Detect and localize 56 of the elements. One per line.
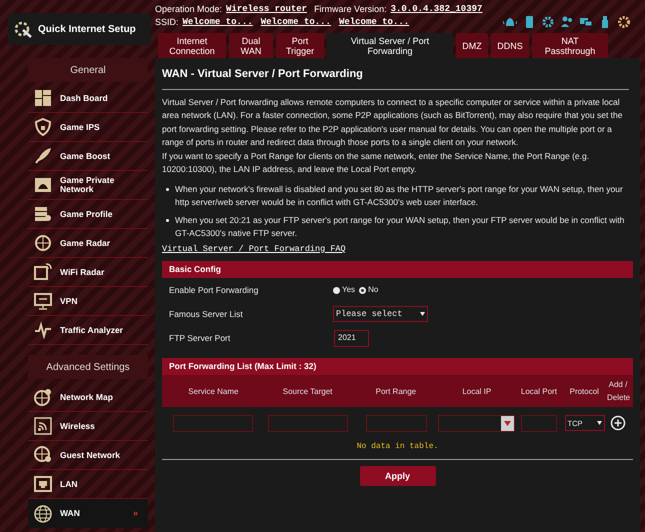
sidebar-item[interactable]: Wireless (28, 412, 148, 441)
section-header: Advanced Settings (28, 355, 148, 379)
sidebar-item[interactable]: Dash Board (28, 84, 148, 113)
sidebar-item[interactable]: WiFi Radar (28, 258, 148, 287)
description-text: Virtual Server / Port forwarding allows remote computers to connect to a specific computer or service within a private local area network (LAN). For a faster connection, some P2P applications (such as BitTorrent), may also require that you set the port forwarding setting. Please refer to the P2P application's user manual for details. You can open the multiple port or a range of ports in router and redirect data through those ports to a single client on your network. (162, 96, 624, 149)
ssid-link[interactable]: Welcome to... (338, 16, 410, 29)
column-header: Port Range (374, 386, 418, 398)
field-label: FTP Server Port (169, 332, 232, 345)
operation-mode-label: Operation Mode: (155, 3, 222, 16)
section-header: General (28, 58, 148, 82)
field-label: Famous Server List (169, 308, 244, 321)
page-title: WAN - Virtual Server / Port Forwarding (162, 66, 629, 90)
sidebar-item[interactable]: Game Private Network (28, 171, 148, 200)
column-header: Protocol (568, 386, 600, 398)
operation-mode-link[interactable]: Wireless router (226, 3, 308, 16)
sidebar-item[interactable]: Game Radar (28, 229, 148, 258)
column-header: Local IP (461, 386, 492, 398)
tab[interactable]: NAT Passthrough (532, 33, 608, 59)
ssid-link[interactable]: Welcome to... (182, 16, 253, 29)
section-header: Basic Config (162, 261, 633, 278)
tab[interactable]: DDNS (491, 33, 529, 59)
sidebar-item[interactable]: WAN » (28, 499, 148, 528)
empty-table-message: No data in table. (162, 439, 633, 460)
note-text: When your network's firewall is disabled and you set 80 as the HTTP server's port range for your WAN setup, then your http server/web server would be in conflict with GT-AC5300's web user interface. (175, 182, 624, 209)
faq-link[interactable]: Virtual Server / Port Forwarding FAQ (162, 242, 346, 256)
description-text: If you want to specify a Port Range for clients on the same network, enter the Service Name, the Port Range (e.g. 10200:10300), the LAN IP address, and leave the Local Port empty. (162, 150, 590, 176)
sidebar-item[interactable]: VPN (28, 287, 148, 316)
ssid-label: SSID: (155, 16, 179, 29)
apply-button[interactable]: Apply (360, 466, 436, 486)
column-header: Add / Delete (606, 379, 629, 404)
firmware-link[interactable]: 3.0.0.4.382_10397 (390, 3, 482, 16)
sidebar-item[interactable]: Traffic Analyzer (28, 316, 148, 345)
tab[interactable]: Port Trigger (276, 33, 324, 59)
tab[interactable]: Virtual Server / Port Forwarding (327, 33, 453, 59)
quick-internet-setup-button[interactable]: Quick Internet Setup (8, 13, 151, 45)
server-select[interactable]: Please select (333, 306, 428, 322)
sidebar-item[interactable]: Game Profile (28, 200, 148, 229)
field-label: Enable Port Forwarding (169, 284, 260, 297)
firmware-label: Firmware Version: (314, 3, 387, 16)
ssid-link[interactable]: Welcome to... (260, 16, 331, 29)
column-header: Local Port (520, 386, 558, 398)
sidebar-item[interactable]: Game IPS (28, 113, 148, 142)
column-header: Service Name (187, 386, 240, 398)
sidebar-item[interactable]: Guest Network (28, 441, 148, 470)
sidebar-item[interactable]: Game Boost (28, 142, 148, 171)
sidebar-item[interactable]: Network Map (28, 383, 148, 412)
section-header: Port Forwarding List (Max Limit : 32) (162, 358, 633, 376)
column-header: Source Target (282, 386, 334, 398)
tab[interactable]: Dual WAN (229, 33, 273, 59)
radio-option[interactable]: Yes (333, 284, 356, 296)
tab[interactable]: Internet Connection (158, 33, 226, 59)
note-text: When you set 20:21 as your FTP server's port range for your WAN setup, then your FTP server would be in conflict with GT-AC5300's native FTP server. (175, 214, 626, 240)
ftp-port-field[interactable]: 2021 (334, 330, 369, 347)
radio-option[interactable]: No (359, 284, 378, 296)
chevron-icon: » (132, 509, 138, 518)
tab[interactable]: DMZ (456, 33, 488, 59)
